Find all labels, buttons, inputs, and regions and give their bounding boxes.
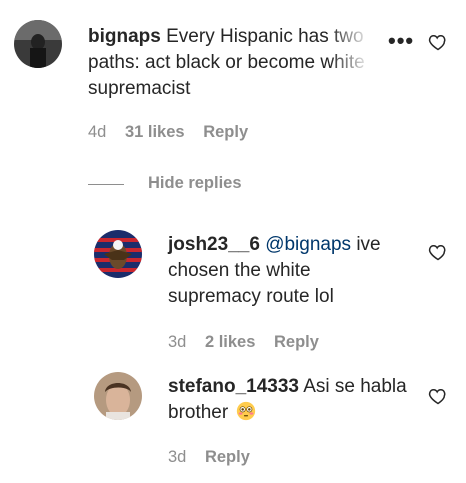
- avatar[interactable]: [14, 20, 62, 68]
- username[interactable]: stefano_14333: [168, 376, 299, 397]
- reply-button[interactable]: Reply: [274, 333, 319, 351]
- reply-meta: 3d Reply: [168, 448, 264, 467]
- hide-replies-button[interactable]: Hide replies: [148, 174, 242, 193]
- reply-body: stefano_14333 Asi se habla brother: [168, 374, 408, 426]
- timestamp: 3d: [168, 448, 187, 466]
- heart-icon[interactable]: [428, 32, 448, 52]
- username[interactable]: josh23__6: [168, 234, 260, 255]
- more-options-icon[interactable]: •••: [388, 28, 414, 54]
- reply-meta: 3d 2 likes Reply: [168, 333, 333, 352]
- heart-icon[interactable]: [428, 242, 448, 262]
- comment-meta: 4d 31 likes Reply: [88, 123, 262, 142]
- likes-count[interactable]: 2 likes: [205, 333, 255, 351]
- avatar[interactable]: [94, 230, 142, 278]
- reply-button[interactable]: Reply: [205, 448, 250, 466]
- flushed-face-emoji: [237, 401, 256, 421]
- likes-count[interactable]: 31 likes: [125, 123, 185, 141]
- username[interactable]: bignaps: [88, 26, 161, 47]
- heart-icon[interactable]: [428, 386, 448, 406]
- comment-body: bignaps Every Hispanic has two paths: ac…: [88, 24, 388, 102]
- reply-josh23__6: josh23__6 @bignaps ive chosen the white …: [0, 220, 466, 360]
- reply-button[interactable]: Reply: [203, 123, 248, 141]
- mention-link[interactable]: @bignaps: [265, 234, 351, 255]
- timestamp: 4d: [88, 123, 107, 141]
- avatar[interactable]: [94, 372, 142, 420]
- hide-replies-line: [88, 184, 124, 185]
- comment-bignaps: bignaps Every Hispanic has two paths: ac…: [0, 0, 466, 160]
- reply-stefano_14333: stefano_14333 Asi se habla brother 3d Re…: [0, 362, 466, 482]
- reply-body: josh23__6 @bignaps ive chosen the white …: [168, 232, 408, 310]
- timestamp: 3d: [168, 333, 187, 351]
